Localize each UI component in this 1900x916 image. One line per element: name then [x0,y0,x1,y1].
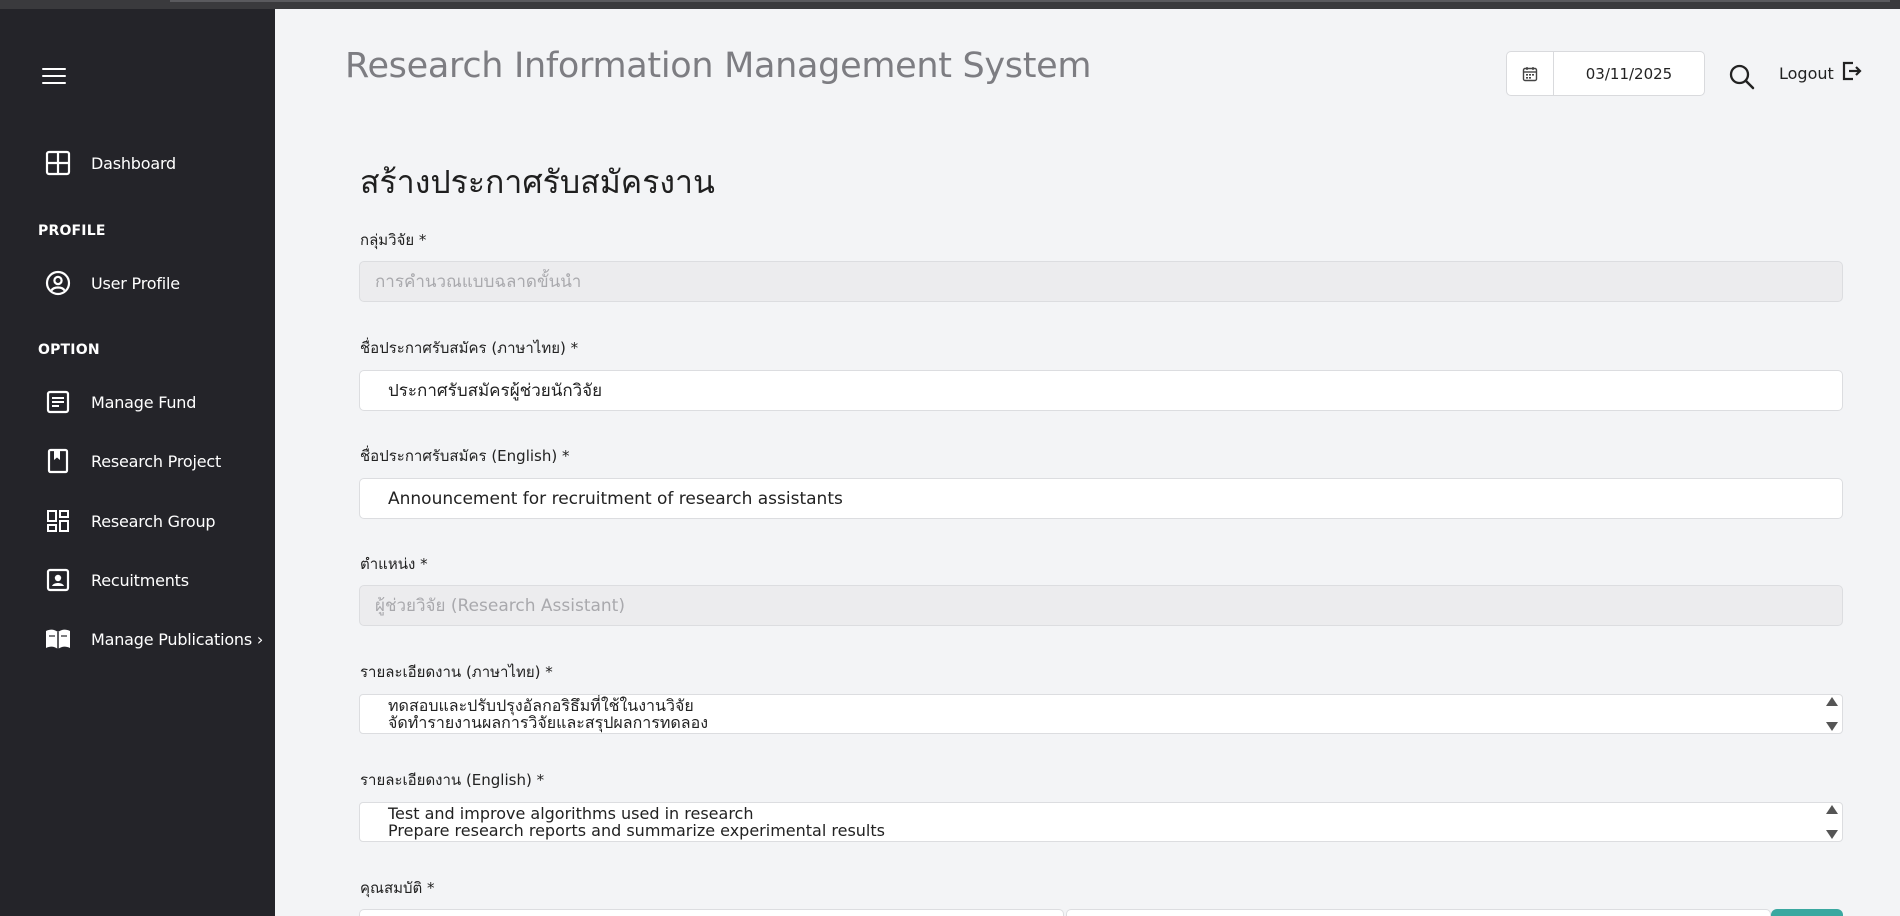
sidebar-item-research-project[interactable]: Research Project [44,446,221,476]
title-th-label: ชื่อประกาศรับสมัคร (ภาษาไทย) * [360,339,579,357]
date-value[interactable]: 03/11/2025 [1554,52,1704,95]
user-circle-icon [44,269,72,297]
logout-icon [1840,60,1862,86]
detail-en-line: Test and improve algorithms used in rese… [388,804,754,823]
menu-toggle-icon[interactable] [42,68,66,86]
logout-label: Logout [1779,63,1834,83]
calendar-icon[interactable] [1507,52,1554,95]
title-th-input[interactable]: ประกาศรับสมัครผู้ช่วยนักวิจัย [359,370,1843,411]
sidebar-item-label: Research Project [91,451,222,471]
app-title: Research Information Management System [345,46,1092,86]
sidebar-item-label: Dashboard [91,153,177,173]
id-card-icon [44,566,72,594]
browser-tab-line [170,0,1890,2]
sidebar-item-manage-publications[interactable]: Manage Publications › [44,624,263,654]
sidebar-item-label: Recuitments [91,570,189,590]
sidebar-section-profile: PROFILE [38,223,106,239]
logout-button[interactable]: Logout [1779,60,1862,86]
browser-top-strip [0,0,1900,9]
sidebar-item-label: User Profile [91,273,180,293]
sidebar-item-label: Research Group [91,511,216,531]
research-group-field: การคำนวณแบบฉลาดขั้นนำ [359,261,1843,302]
page-heading: สร้างประกาศรับสมัครงาน [360,163,715,201]
research-group-label: กลุ่มวิจัย * [360,231,427,249]
search-icon[interactable] [1728,63,1756,91]
position-field: ผู้ช่วยวิจัย (Research Assistant) [359,585,1843,626]
detail-en-textarea[interactable]: Test and improve algorithms used in rese… [359,802,1843,842]
position-label: ตำแหน่ง * [360,555,428,573]
bookmark-icon [44,447,72,475]
title-en-label: ชื่อประกาศรับสมัคร (English) * [360,447,570,465]
dashboard-grid-icon [44,149,72,177]
grid-layout-icon [44,507,72,535]
date-picker[interactable]: 03/11/2025 [1506,51,1705,96]
detail-en-label: รายละเอียดงาน (English) * [360,771,545,789]
detail-th-line: ทดสอบและปรับปรุงอัลกอริธึมที่ใช้ในงานวิจ… [388,696,694,715]
open-book-icon [44,625,72,653]
sidebar: Dashboard PROFILE User Profile OPTION Ma… [0,9,275,916]
sidebar-section-option: OPTION [38,342,100,358]
scroll-down-arrow-icon[interactable] [1826,722,1838,731]
qualification-label: คุณสมบัติ * [360,879,435,897]
qualification-input[interactable] [359,909,1064,916]
detail-th-textarea[interactable]: ทดสอบและปรับปรุงอัลกอริธึมที่ใช้ในงานวิจ… [359,694,1843,734]
title-en-input[interactable]: Announcement for recruitment of research… [359,478,1843,519]
qualification-input-secondary[interactable] [1066,909,1771,916]
textarea-scrollbar[interactable] [1826,805,1838,839]
add-qualification-button[interactable] [1771,909,1843,916]
detail-th-line: จัดทำรายงานผลการวิจัยและสรุปผลการทดลอง [388,713,708,732]
sidebar-item-label: Manage Publications › [91,629,264,649]
scroll-up-arrow-icon[interactable] [1826,697,1838,706]
document-list-icon [44,388,72,416]
sidebar-item-label: Manage Fund [91,392,197,412]
sidebar-item-research-group[interactable]: Research Group [44,506,216,536]
sidebar-item-user-profile[interactable]: User Profile [44,268,180,298]
sidebar-item-recruitments[interactable]: Recuitments [44,565,189,595]
detail-th-label: รายละเอียดงาน (ภาษาไทย) * [360,663,553,681]
sidebar-item-dashboard[interactable]: Dashboard [44,148,176,178]
textarea-scrollbar[interactable] [1826,697,1838,731]
scroll-up-arrow-icon[interactable] [1826,805,1838,814]
scroll-down-arrow-icon[interactable] [1826,830,1838,839]
sidebar-item-manage-fund[interactable]: Manage Fund [44,387,196,417]
detail-en-line: Prepare research reports and summarize e… [388,821,885,840]
